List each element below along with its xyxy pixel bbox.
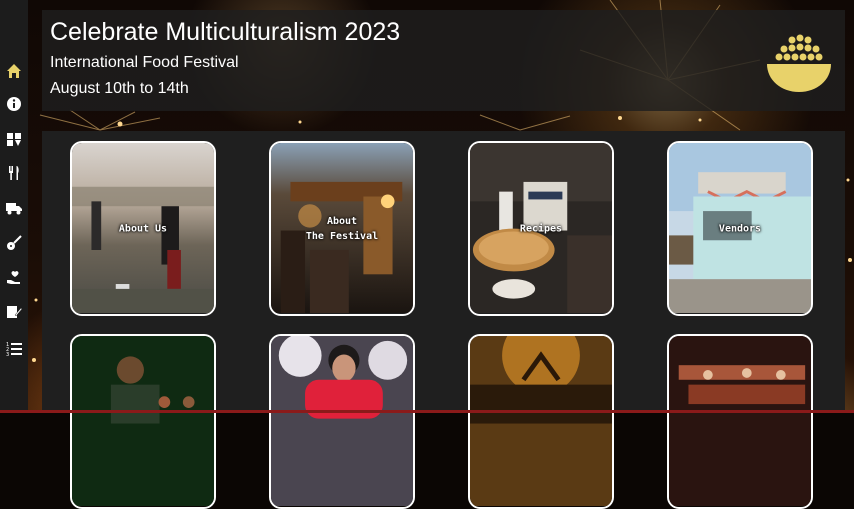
card-photo <box>271 336 413 507</box>
festival-subtitle: International Food Festival <box>50 54 239 71</box>
guitar-icon <box>7 235 22 250</box>
card-label: Vendors <box>718 223 762 234</box>
sidebar-item-recipes[interactable] <box>4 129 24 149</box>
sidebar-item-food[interactable] <box>4 163 24 183</box>
card-concert[interactable] <box>468 334 614 509</box>
sidebar-item-home[interactable] <box>4 61 24 81</box>
sidebar-nav: 123 <box>0 0 28 413</box>
sidebar-item-volunteer[interactable] <box>4 268 24 288</box>
card-photo <box>470 336 612 507</box>
card-photo <box>669 336 811 507</box>
card-volunteer[interactable] <box>269 334 415 509</box>
recipe-icon <box>7 133 21 146</box>
food-bowl-icon <box>767 34 831 92</box>
card-recipes[interactable]: Recipes <box>468 141 614 316</box>
signature-icon <box>7 306 22 318</box>
sidebar-item-vendors[interactable] <box>4 198 24 218</box>
sidebar-item-info[interactable] <box>4 94 24 114</box>
festival-header: Celebrate Multiculturalism 2023 Internat… <box>42 10 845 111</box>
list-ordered-icon: 123 <box>6 342 22 356</box>
home-icon <box>7 64 21 78</box>
card-about-us[interactable]: About Us <box>70 141 216 316</box>
page-title: Celebrate Multiculturalism 2023 <box>50 18 401 46</box>
card-label: Recipes <box>519 223 563 234</box>
sidebar-item-music[interactable] <box>4 233 24 253</box>
card-label: About Us <box>118 223 168 234</box>
utensils-icon <box>9 166 19 180</box>
card-vendors[interactable]: Vendors <box>667 141 813 316</box>
content-area: About Us About The Festival Recipes Vend… <box>42 131 845 509</box>
festival-dates: August 10th to 14th <box>50 80 189 97</box>
sidebar-item-register[interactable] <box>4 302 24 322</box>
info-icon <box>7 97 21 111</box>
svg-text:3: 3 <box>6 352 9 356</box>
hand-heart-icon <box>7 271 20 284</box>
sidebar-item-schedule[interactable]: 123 <box>4 338 24 358</box>
truck-icon <box>6 203 22 215</box>
card-schedule[interactable] <box>667 334 813 509</box>
card-label: About The Festival <box>305 215 379 242</box>
card-about-festival[interactable]: About The Festival <box>269 141 415 316</box>
card-music[interactable] <box>70 334 216 509</box>
card-photo <box>72 336 214 507</box>
